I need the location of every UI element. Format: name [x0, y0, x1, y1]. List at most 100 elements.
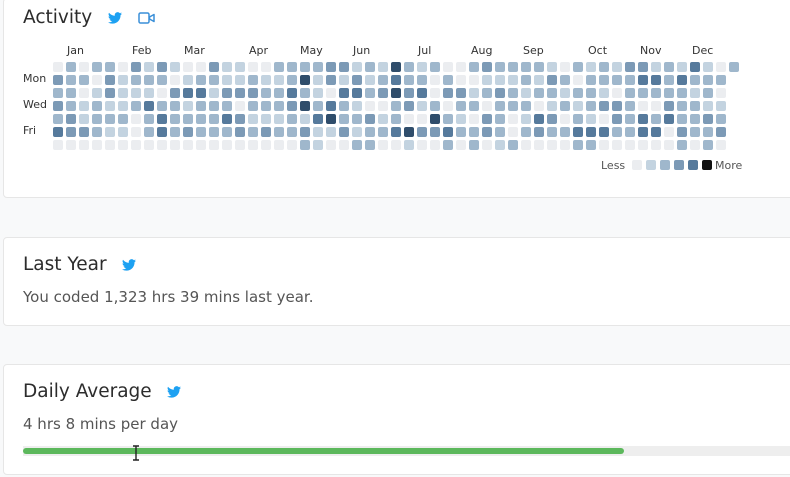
heatmap-cell[interactable]	[443, 88, 453, 98]
heatmap-cell[interactable]	[300, 62, 310, 72]
heatmap-cell[interactable]	[313, 140, 323, 150]
heatmap-cell[interactable]	[326, 114, 336, 124]
heatmap-cell[interactable]	[404, 62, 414, 72]
heatmap-cell[interactable]	[716, 140, 726, 150]
heatmap-cell[interactable]	[404, 88, 414, 98]
heatmap-cell[interactable]	[66, 88, 76, 98]
heatmap-cell[interactable]	[664, 62, 674, 72]
heatmap-cell[interactable]	[456, 62, 466, 72]
heatmap-cell[interactable]	[261, 75, 271, 85]
heatmap-cell[interactable]	[612, 75, 622, 85]
heatmap-cell[interactable]	[547, 114, 557, 124]
heatmap-cell[interactable]	[183, 114, 193, 124]
heatmap-cell[interactable]	[443, 101, 453, 111]
heatmap-cell[interactable]	[157, 140, 167, 150]
heatmap-cell[interactable]	[79, 114, 89, 124]
heatmap-cell[interactable]	[131, 75, 141, 85]
heatmap-cell[interactable]	[196, 101, 206, 111]
heatmap-cell[interactable]	[209, 114, 219, 124]
heatmap-cell[interactable]	[196, 114, 206, 124]
heatmap-cell[interactable]	[521, 101, 531, 111]
heatmap-cell[interactable]	[339, 62, 349, 72]
heatmap-cell[interactable]	[391, 88, 401, 98]
heatmap-cell[interactable]	[573, 140, 583, 150]
heatmap-cell[interactable]	[170, 62, 180, 72]
heatmap-cell[interactable]	[508, 127, 518, 137]
heatmap-cell[interactable]	[300, 140, 310, 150]
heatmap-cell[interactable]	[638, 114, 648, 124]
heatmap-cell[interactable]	[482, 101, 492, 111]
heatmap-cell[interactable]	[326, 62, 336, 72]
heatmap-cell[interactable]	[534, 127, 544, 137]
heatmap-cell[interactable]	[339, 88, 349, 98]
heatmap-cell[interactable]	[716, 75, 726, 85]
heatmap-cell[interactable]	[196, 140, 206, 150]
heatmap-cell[interactable]	[92, 101, 102, 111]
heatmap-cell[interactable]	[612, 101, 622, 111]
heatmap-cell[interactable]	[456, 114, 466, 124]
heatmap-cell[interactable]	[131, 114, 141, 124]
heatmap-cell[interactable]	[235, 62, 245, 72]
heatmap-cell[interactable]	[326, 101, 336, 111]
heatmap-cell[interactable]	[352, 88, 362, 98]
heatmap-cell[interactable]	[625, 140, 635, 150]
heatmap-cell[interactable]	[287, 101, 297, 111]
heatmap-cell[interactable]	[274, 62, 284, 72]
heatmap-cell[interactable]	[66, 62, 76, 72]
heatmap-cell[interactable]	[664, 114, 674, 124]
heatmap-cell[interactable]	[287, 62, 297, 72]
heatmap-cell[interactable]	[573, 75, 583, 85]
heatmap-cell[interactable]	[274, 140, 284, 150]
heatmap-cell[interactable]	[287, 127, 297, 137]
heatmap-cell[interactable]	[508, 101, 518, 111]
heatmap-cell[interactable]	[131, 101, 141, 111]
heatmap-cell[interactable]	[209, 101, 219, 111]
twitter-icon[interactable]	[166, 385, 181, 398]
heatmap-cell[interactable]	[560, 140, 570, 150]
heatmap-cell[interactable]	[300, 101, 310, 111]
heatmap-cell[interactable]	[274, 75, 284, 85]
heatmap-cell[interactable]	[495, 62, 505, 72]
heatmap-cell[interactable]	[586, 140, 596, 150]
heatmap-cell[interactable]	[664, 140, 674, 150]
heatmap-cell[interactable]	[79, 62, 89, 72]
heatmap-cell[interactable]	[638, 101, 648, 111]
heatmap-cell[interactable]	[599, 88, 609, 98]
heatmap-cell[interactable]	[326, 88, 336, 98]
heatmap-cell[interactable]	[274, 101, 284, 111]
heatmap-cell[interactable]	[313, 62, 323, 72]
heatmap-cell[interactable]	[222, 62, 232, 72]
heatmap-cell[interactable]	[586, 114, 596, 124]
heatmap-cell[interactable]	[573, 114, 583, 124]
heatmap-cell[interactable]	[417, 127, 427, 137]
heatmap-cell[interactable]	[404, 140, 414, 150]
heatmap-cell[interactable]	[469, 101, 479, 111]
heatmap-cell[interactable]	[443, 114, 453, 124]
heatmap-cell[interactable]	[664, 101, 674, 111]
heatmap-cell[interactable]	[716, 114, 726, 124]
heatmap-cell[interactable]	[391, 101, 401, 111]
heatmap-cell[interactable]	[196, 75, 206, 85]
heatmap-cell[interactable]	[209, 127, 219, 137]
heatmap-cell[interactable]	[716, 127, 726, 137]
heatmap-cell[interactable]	[534, 114, 544, 124]
heatmap-cell[interactable]	[560, 127, 570, 137]
heatmap-cell[interactable]	[300, 88, 310, 98]
heatmap-cell[interactable]	[599, 75, 609, 85]
heatmap-cell[interactable]	[677, 140, 687, 150]
video-camera-icon[interactable]	[138, 11, 155, 24]
heatmap-cell[interactable]	[352, 75, 362, 85]
heatmap-cell[interactable]	[391, 75, 401, 85]
heatmap-cell[interactable]	[677, 127, 687, 137]
heatmap-cell[interactable]	[222, 88, 232, 98]
heatmap-cell[interactable]	[547, 62, 557, 72]
heatmap-cell[interactable]	[66, 75, 76, 85]
heatmap-cell[interactable]	[170, 140, 180, 150]
heatmap-cell[interactable]	[248, 62, 258, 72]
twitter-icon[interactable]	[121, 258, 136, 271]
heatmap-cell[interactable]	[378, 101, 388, 111]
heatmap-cell[interactable]	[105, 114, 115, 124]
heatmap-cell[interactable]	[599, 101, 609, 111]
heatmap-cell[interactable]	[144, 101, 154, 111]
heatmap-cell[interactable]	[443, 127, 453, 137]
